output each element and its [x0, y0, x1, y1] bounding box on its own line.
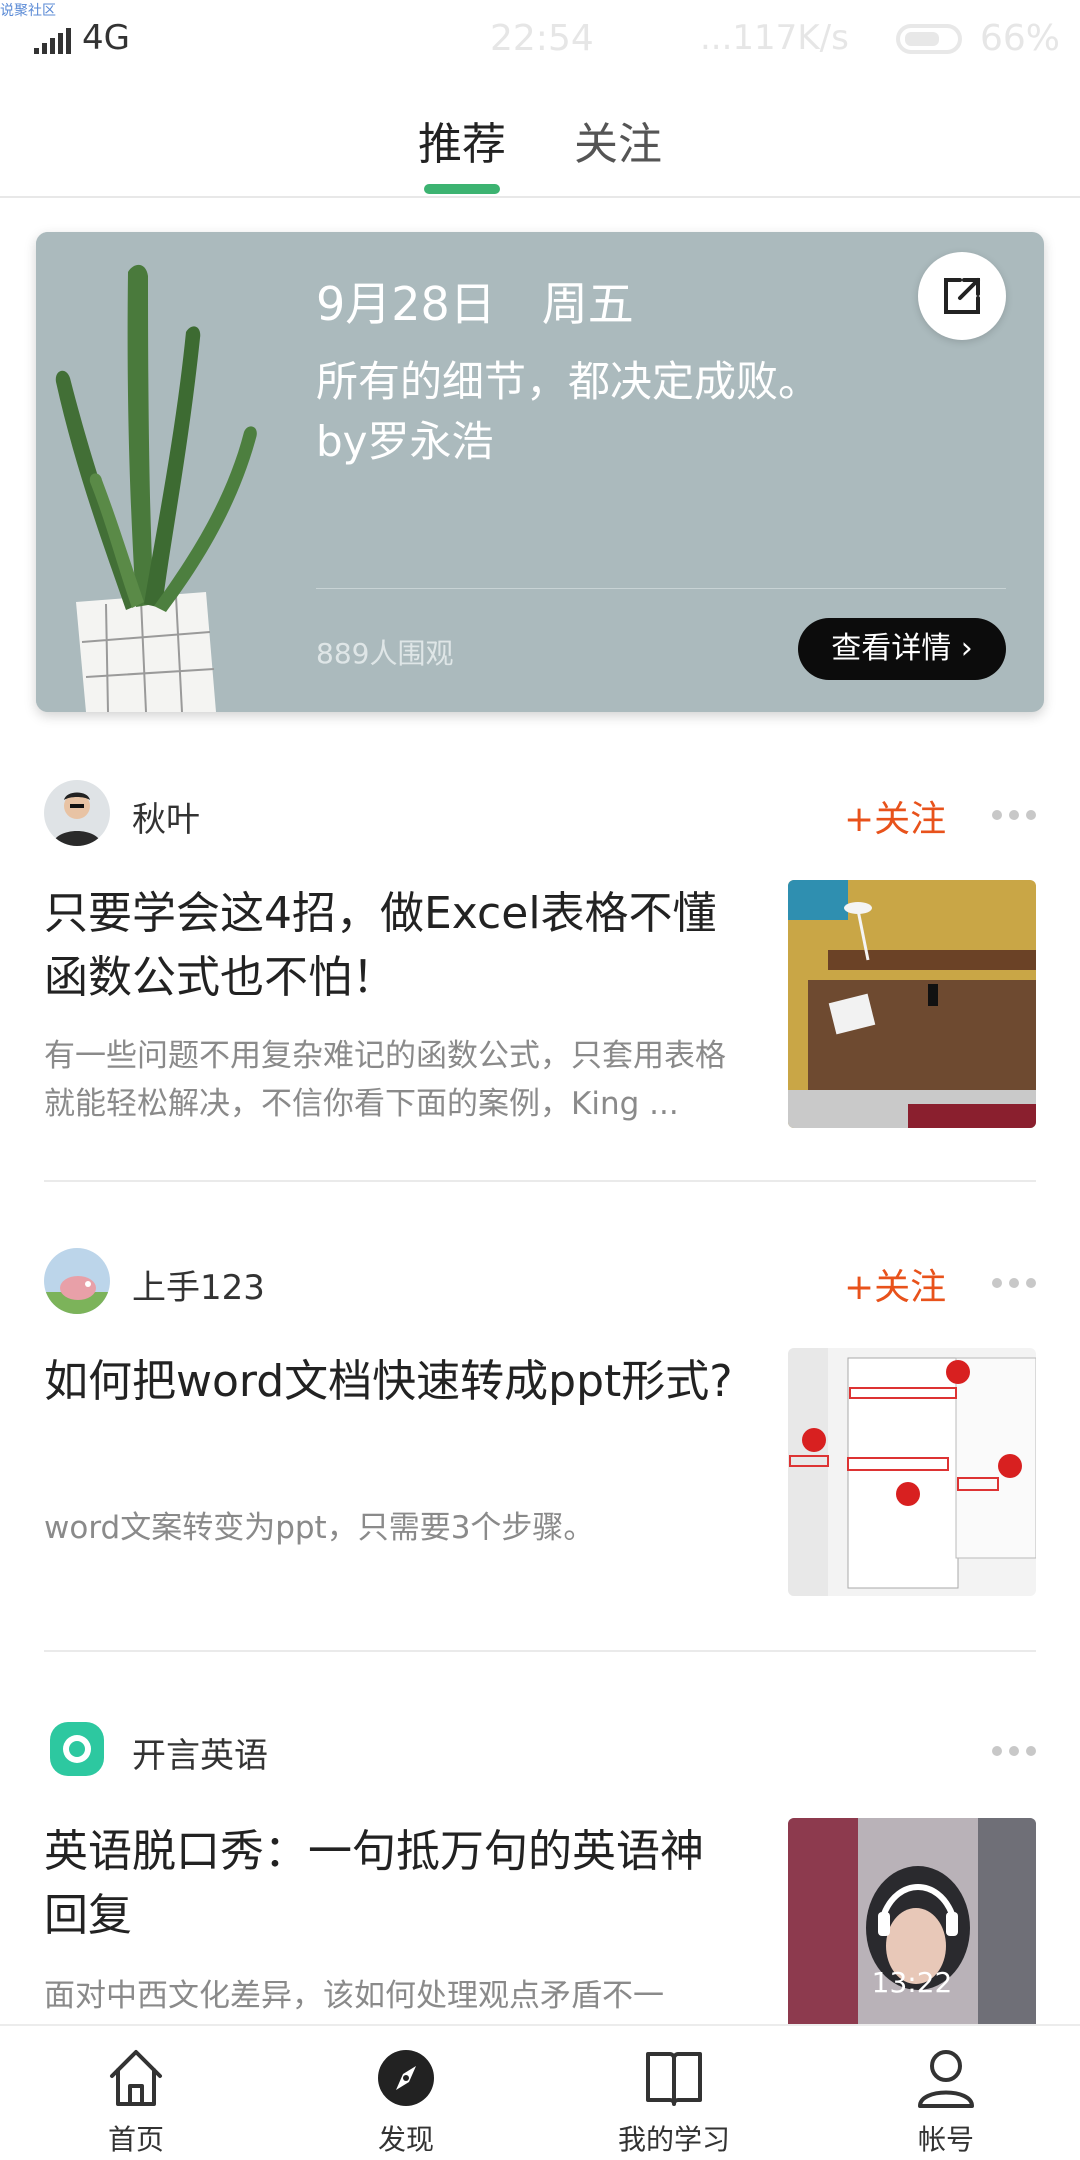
divider — [44, 1650, 1036, 1652]
audio-duration: 13:22 — [871, 1966, 953, 1999]
network-speed: ...117K/s — [700, 18, 849, 58]
article-summary: word文案转变为ppt，只需要3个步骤。 — [44, 1510, 595, 1546]
watermark: 说聚社区 — [0, 3, 56, 19]
tab-following[interactable]: 关注 — [574, 108, 662, 172]
more-options-icon[interactable] — [992, 1278, 1036, 1290]
screenshot-steps — [788, 1348, 1036, 1596]
nav-home-label: 首页 — [107, 2123, 164, 2156]
author-name[interactable]: 上手123 — [132, 1260, 265, 1309]
card-divider — [316, 588, 1006, 589]
avatar[interactable] — [44, 1716, 110, 1782]
nav-home[interactable]: 首页 — [36, 2026, 236, 2160]
quote-text: 所有的细节，都决定成败。 — [316, 357, 821, 406]
bottom-navigation: 首页 发现 我的学习 帐号 — [0, 2024, 1080, 2160]
article-thumbnail[interactable] — [788, 880, 1036, 1128]
follow-button[interactable]: +关注 — [844, 790, 946, 842]
avatar-image — [44, 1248, 110, 1314]
status-bar: 说聚社区 4G 22:54 ...117K/s 66% — [0, 0, 1080, 80]
battery-percent: 66% — [980, 18, 1061, 59]
nav-discover-label: 发现 — [377, 2123, 434, 2156]
nav-discover[interactable]: 发现 — [306, 2026, 506, 2160]
user-icon — [918, 2050, 974, 2108]
tab-recommend[interactable]: 推荐 — [418, 108, 506, 172]
author-name[interactable]: 秋叶 — [132, 792, 200, 841]
share-button[interactable] — [918, 252, 1006, 340]
avatar[interactable] — [44, 1248, 110, 1314]
card-quote: 所有的细节，都决定成败。 by罗永浩 — [316, 352, 836, 472]
author-name[interactable]: 开言英语 — [132, 1728, 268, 1777]
more-options-icon[interactable] — [992, 1746, 1036, 1758]
avatar[interactable] — [44, 780, 110, 846]
desk-photo — [788, 880, 1036, 1128]
card-date: 9月28日 周五 — [316, 277, 634, 331]
avatar-image — [44, 780, 110, 846]
clock: 22:54 — [490, 18, 594, 59]
more-options-icon[interactable] — [992, 810, 1036, 822]
article-summary: 有一些问题不用复杂难记的函数公式，只套用表格就能轻松解决，不信你看下面的案例，K… — [44, 1038, 726, 1122]
battery-icon — [896, 24, 962, 54]
app-logo-icon — [50, 1722, 104, 1776]
share-icon — [944, 278, 980, 314]
home-icon — [110, 2050, 162, 2106]
compass-icon — [378, 2050, 434, 2106]
quote-author: by罗永浩 — [316, 417, 494, 466]
article-title[interactable]: 英语脱口秀：一句抵万句的英语神回复 — [44, 1820, 744, 1948]
top-tabs: 推荐 关注 — [0, 80, 1080, 198]
view-detail-label: 查看详情 — [831, 631, 952, 666]
article-thumbnail[interactable] — [788, 1348, 1036, 1596]
daily-quote-card[interactable]: 9月28日 周五 所有的细节，都决定成败。 by罗永浩 889人围观 查看详情 … — [36, 232, 1044, 712]
article-title[interactable]: 只要学会这4招，做Excel表格不懂函数公式也不怕！ — [44, 882, 744, 1010]
signal-icon — [34, 28, 71, 54]
follow-button[interactable]: +关注 — [844, 1258, 946, 1310]
network-type: 4G — [82, 18, 130, 58]
view-detail-button[interactable]: 查看详情 › — [798, 618, 1006, 680]
article-title[interactable]: 如何把word文档快速转成ppt形式? — [44, 1350, 744, 1414]
nav-account-label: 帐号 — [917, 2123, 974, 2156]
article-thumbnail[interactable]: 13:22 — [788, 1818, 1036, 2024]
article-summary: 面对中西文化差异，该如何处理观点矛盾不一 — [44, 1978, 664, 2014]
cactus-image — [36, 232, 326, 712]
book-icon — [646, 2052, 702, 2106]
divider — [44, 1180, 1036, 1182]
nav-my-learning-label: 我的学习 — [617, 2123, 730, 2156]
nav-account[interactable]: 帐号 — [846, 2026, 1046, 2160]
chevron-right-icon: › — [960, 631, 973, 666]
nav-my-learning[interactable]: 我的学习 — [574, 2026, 774, 2160]
watchers-count: 889人围观 — [316, 637, 454, 670]
active-tab-indicator — [424, 184, 500, 194]
